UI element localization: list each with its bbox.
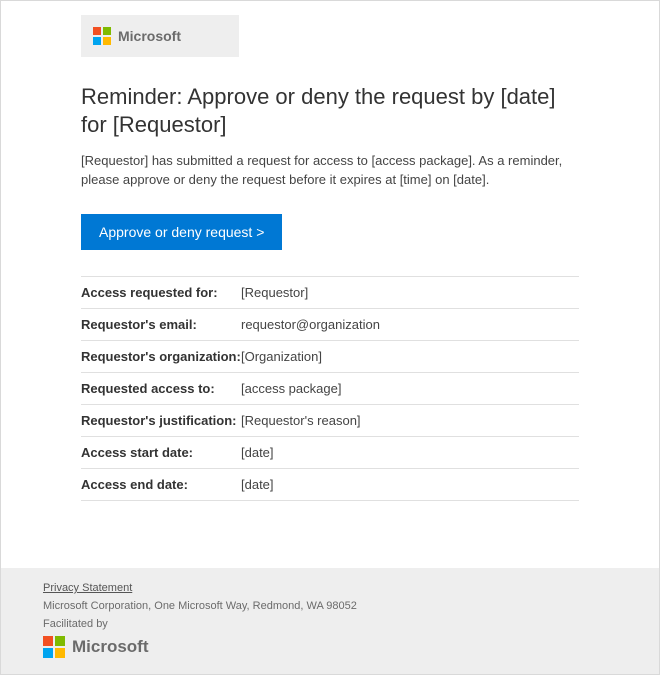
header-brand-text: Microsoft — [118, 28, 181, 44]
detail-label: Requestor's email: — [81, 317, 241, 332]
detail-value: [access package] — [241, 381, 341, 396]
email-body-text: [Requestor] has submitted a request for … — [81, 152, 579, 190]
privacy-statement-link[interactable]: Privacy Statement — [43, 582, 132, 594]
detail-row-end-date: Access end date: [date] — [81, 469, 579, 501]
detail-value: [date] — [241, 477, 274, 492]
detail-value: [Requestor's reason] — [241, 413, 361, 428]
footer-brand-text: Microsoft — [72, 637, 149, 657]
microsoft-logo-icon — [43, 636, 65, 658]
email-card: Microsoft Reminder: Approve or deny the … — [0, 0, 660, 675]
footer-address: Microsoft Corporation, One Microsoft Way… — [43, 600, 617, 612]
detail-label: Access start date: — [81, 445, 241, 460]
details-table: Access requested for: [Requestor] Reques… — [81, 276, 579, 501]
microsoft-logo-icon — [93, 27, 111, 45]
detail-row-requestor-email: Requestor's email: requestor@organizatio… — [81, 309, 579, 341]
detail-row-requested-access-to: Requested access to: [access package] — [81, 373, 579, 405]
detail-row-justification: Requestor's justification: [Requestor's … — [81, 405, 579, 437]
detail-label: Requestor's organization: — [81, 349, 241, 364]
detail-value: [Requestor] — [241, 285, 308, 300]
detail-value: requestor@organization — [241, 317, 380, 332]
footer-facilitated-by: Facilitated by — [43, 618, 617, 630]
email-footer: Privacy Statement Microsoft Corporation,… — [1, 568, 659, 674]
detail-row-access-requested-for: Access requested for: [Requestor] — [81, 276, 579, 309]
detail-label: Access end date: — [81, 477, 241, 492]
approve-deny-button[interactable]: Approve or deny request > — [81, 214, 282, 250]
detail-value: [date] — [241, 445, 274, 460]
email-title: Reminder: Approve or deny the request by… — [81, 83, 579, 138]
detail-row-start-date: Access start date: [date] — [81, 437, 579, 469]
detail-label: Requested access to: — [81, 381, 241, 396]
footer-logo-block: Microsoft — [43, 636, 617, 658]
detail-label: Access requested for: — [81, 285, 241, 300]
detail-label: Requestor's justification: — [81, 413, 241, 428]
detail-row-requestor-org: Requestor's organization: [Organization] — [81, 341, 579, 373]
detail-value: [Organization] — [241, 349, 322, 364]
email-content: Microsoft Reminder: Approve or deny the … — [1, 15, 659, 501]
header-logo-block: Microsoft — [81, 15, 239, 57]
